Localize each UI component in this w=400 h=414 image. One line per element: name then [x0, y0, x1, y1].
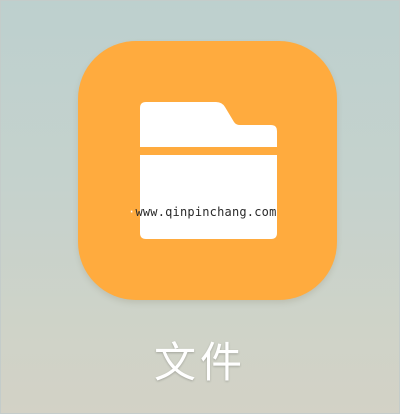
watermark-text: ·www.qinpinchang.com	[128, 205, 288, 219]
watermark-url: www.qinpinchang.com	[135, 205, 277, 219]
files-app-icon[interactable]: ·www.qinpinchang.com	[78, 41, 337, 300]
app-label: 文件	[153, 338, 246, 387]
home-screen-background: ·www.qinpinchang.com 文件	[0, 0, 400, 414]
